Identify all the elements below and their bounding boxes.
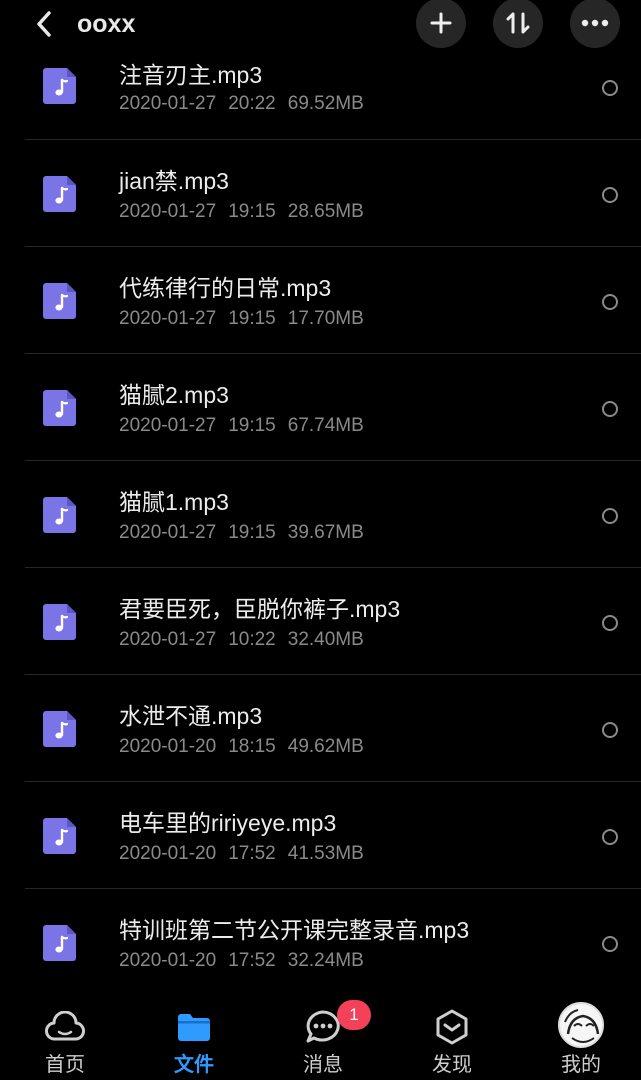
chevron-left-icon [37, 11, 51, 37]
select-radio[interactable] [602, 508, 618, 524]
music-file-icon [43, 497, 76, 533]
file-size: 28.65MB [287, 201, 364, 222]
select-radio[interactable] [602, 401, 618, 417]
file-date: 2020-01-20 [119, 950, 217, 971]
file-date: 2020-01-27 [119, 93, 217, 114]
file-size: 32.40MB [287, 629, 364, 650]
file-name: 水泄不通.mp3 [119, 703, 263, 729]
file-name: 特训班第二节公开课完整录音.mp3 [119, 917, 470, 943]
file-time: 19:15 [228, 308, 276, 329]
file-time: 17:52 [228, 843, 276, 864]
file-row[interactable]: 猫腻2.mp3 2020-01-27 19:15 67.74MB [0, 354, 641, 461]
file-time: 18:15 [228, 736, 276, 757]
nav-home[interactable]: 首页 [15, 995, 115, 1080]
folder-title: ooxx [77, 10, 136, 38]
select-radio[interactable] [602, 187, 618, 203]
file-date: 2020-01-27 [119, 201, 217, 222]
file-list: 注音刃主.mp3 2020-01-27 20:22 69.52MB jian禁.mp… [0, 30, 641, 996]
file-meta: 2020-01-27 19:15 28.65MB [119, 200, 364, 224]
plus-icon [430, 12, 452, 34]
file-date: 2020-01-20 [119, 843, 217, 864]
music-file-icon [43, 390, 76, 426]
folder-icon [174, 1007, 214, 1047]
file-row[interactable]: 代练律行的日常.mp3 2020-01-27 19:15 17.70MB [0, 247, 641, 354]
messages-badge: 1 [337, 1000, 371, 1030]
nav-messages-label: 消息 [303, 1054, 343, 1076]
file-row[interactable]: jian禁.mp3 2020-01-27 19:15 28.65MB [0, 140, 641, 247]
file-row[interactable]: 猫腻1.mp3 2020-01-27 19:15 39.67MB [0, 461, 641, 568]
file-meta: 2020-01-20 18:15 49.62MB [119, 735, 364, 759]
select-radio[interactable] [602, 80, 618, 96]
file-date: 2020-01-20 [119, 736, 217, 757]
file-time: 10:22 [228, 629, 276, 650]
file-date: 2020-01-27 [119, 415, 217, 436]
file-size: 67.74MB [287, 415, 364, 436]
nav-me-label: 我的 [561, 1054, 601, 1076]
nav-me[interactable]: 我的 [531, 995, 631, 1080]
file-date: 2020-01-27 [119, 522, 217, 543]
file-meta: 2020-01-27 10:22 32.40MB [119, 628, 364, 652]
top-bar: ooxx [0, 0, 641, 48]
file-name: 猫腻1.mp3 [119, 489, 229, 515]
file-meta: 2020-01-27 19:15 17.70MB [119, 307, 364, 331]
nav-discover-label: 发现 [432, 1054, 472, 1076]
nav-files[interactable]: 文件 [144, 995, 244, 1080]
file-row[interactable]: 特训班第二节公开课完整录音.mp3 2020-01-20 17:52 32.24MB [0, 889, 641, 996]
file-size: 39.67MB [287, 522, 364, 543]
sort-arrows-icon [506, 12, 530, 34]
file-name: 代练律行的日常.mp3 [119, 275, 332, 301]
more-dots-icon [581, 19, 609, 27]
file-meta: 2020-01-27 20:22 69.52MB [119, 92, 364, 116]
music-file-icon [43, 604, 76, 640]
file-meta: 2020-01-20 17:52 32.24MB [119, 949, 364, 973]
file-name: jian禁.mp3 [119, 168, 229, 194]
nav-files-label: 文件 [174, 1054, 214, 1076]
select-radio[interactable] [602, 294, 618, 310]
file-name: 猫腻2.mp3 [119, 382, 229, 408]
file-size: 49.62MB [287, 736, 364, 757]
music-file-icon [43, 818, 76, 854]
file-time: 19:15 [228, 201, 276, 222]
file-meta: 2020-01-20 17:52 41.53MB [119, 842, 364, 866]
file-date: 2020-01-27 [119, 629, 217, 650]
file-size: 32.24MB [287, 950, 364, 971]
bottom-nav: 首页 文件 消息 发现 我的 [0, 995, 641, 1080]
file-date: 2020-01-27 [119, 308, 217, 329]
file-row[interactable]: 君要臣死，臣脱你裤子.mp3 2020-01-27 10:22 32.40MB [0, 568, 641, 675]
add-button[interactable] [416, 0, 466, 48]
select-radio[interactable] [602, 615, 618, 631]
music-file-icon [43, 711, 76, 747]
discover-hexagon-icon [432, 1007, 472, 1047]
sort-button[interactable] [493, 0, 543, 48]
file-name: 注音刃主.mp3 [119, 62, 263, 88]
file-name: 君要臣死，臣脱你裤子.mp3 [119, 596, 401, 622]
cloud-icon [45, 1007, 85, 1047]
file-meta: 2020-01-27 19:15 67.74MB [119, 414, 364, 438]
nav-discover[interactable]: 发现 [402, 995, 502, 1080]
music-file-icon [43, 925, 76, 961]
music-file-icon [43, 283, 76, 319]
select-radio[interactable] [602, 829, 618, 845]
file-size: 41.53MB [287, 843, 364, 864]
more-button[interactable] [570, 0, 620, 48]
file-time: 20:22 [228, 93, 276, 114]
file-name: 电车里的ririyeye.mp3 [119, 810, 337, 836]
file-time: 19:15 [228, 415, 276, 436]
file-time: 17:52 [228, 950, 276, 971]
file-size: 69.52MB [287, 93, 364, 114]
file-time: 19:15 [228, 522, 276, 543]
select-radio[interactable] [602, 722, 618, 738]
music-file-icon [43, 68, 76, 104]
back-button[interactable] [28, 6, 60, 42]
nav-home-label: 首页 [45, 1054, 85, 1076]
select-radio[interactable] [602, 936, 618, 952]
file-row[interactable]: 电车里的ririyeye.mp3 2020-01-20 17:52 41.53MB [0, 782, 641, 889]
file-meta: 2020-01-27 19:15 39.67MB [119, 521, 364, 545]
file-row[interactable]: 水泄不通.mp3 2020-01-20 18:15 49.62MB [0, 675, 641, 782]
file-size: 17.70MB [287, 308, 364, 329]
avatar [557, 1001, 605, 1049]
music-file-icon [43, 176, 76, 212]
